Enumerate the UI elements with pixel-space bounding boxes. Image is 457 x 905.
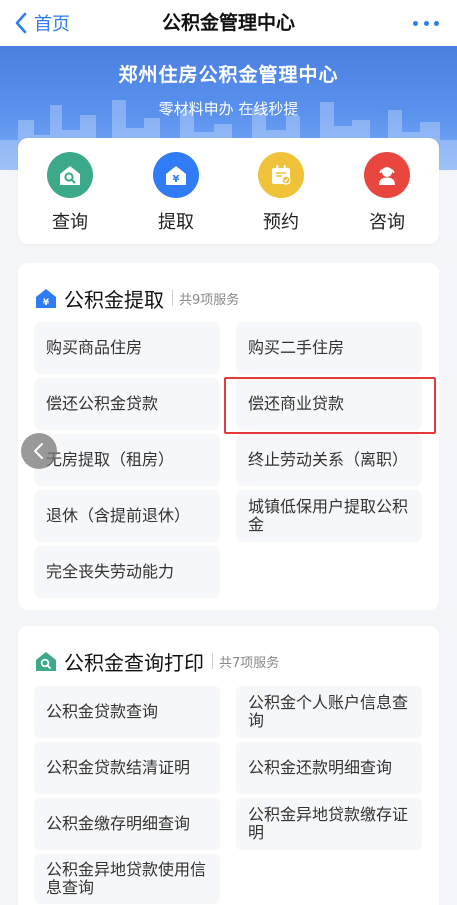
section-title: 公积金查询打印 <box>64 650 204 675</box>
service-item[interactable]: 公积金缴存明细查询 <box>34 798 220 850</box>
service-item[interactable]: 购买商品住房 <box>34 322 220 374</box>
quick-actions-panel: 查询 ¥ 提取 预约 咨询 <box>18 138 439 244</box>
section-header: ¥ 公积金提取 共9项服务 <box>34 285 240 312</box>
service-item[interactable]: 公积金异地贷款缴存证明 <box>236 798 422 850</box>
service-item[interactable]: 无房提取（租房） <box>34 434 220 486</box>
service-item[interactable]: 终止劳动关系（离职） <box>236 434 422 486</box>
service-item[interactable]: 公积金异地贷款使用信息查询 <box>34 854 220 904</box>
home-yen-icon: ¥ <box>36 289 56 308</box>
service-item[interactable]: 偿还公积金贷款 <box>34 378 220 430</box>
section-title: 公积金提取 <box>64 287 164 312</box>
calendar-check-icon <box>258 152 304 198</box>
service-item[interactable]: 公积金贷款查询 <box>34 686 220 738</box>
quick-action-label: 提取 <box>158 212 194 233</box>
more-dot-icon <box>434 20 439 26</box>
quick-action-label: 预约 <box>263 212 299 233</box>
floating-back-button[interactable] <box>21 433 57 469</box>
more-dot-icon <box>423 20 429 26</box>
quick-action-query[interactable]: 查询 <box>35 152 105 234</box>
service-item[interactable]: 退休（含提前退休） <box>34 490 220 542</box>
home-search-icon <box>47 152 93 198</box>
divider <box>212 653 213 669</box>
more-dot-icon <box>413 20 418 26</box>
back-label: 首页 <box>34 14 70 35</box>
home-yen-icon: ¥ <box>153 152 199 198</box>
chevron-left-icon <box>34 443 43 459</box>
quick-action-label: 咨询 <box>369 212 405 233</box>
home-search-icon <box>36 652 56 671</box>
banner-subtitle: 零材料申办 在线秒提 <box>158 100 299 118</box>
quick-action-consult[interactable]: 咨询 <box>352 152 422 234</box>
service-item[interactable]: 公积金个人账户信息查询 <box>236 686 422 738</box>
service-item[interactable]: 完全丧失劳动能力 <box>34 546 220 598</box>
back-button[interactable]: 首页 <box>14 8 70 38</box>
service-item[interactable]: 偿还商业贷款 <box>236 378 422 430</box>
quick-action-withdraw[interactable]: ¥ 提取 <box>141 152 211 234</box>
headset-agent-icon <box>364 152 410 198</box>
service-item[interactable]: 城镇低保用户提取公积金 <box>236 490 422 542</box>
section-header: 公积金查询打印 共7项服务 <box>34 648 280 675</box>
service-count: 共9项服务 <box>179 292 240 308</box>
banner-title: 郑州住房公积金管理中心 <box>118 64 339 86</box>
quick-action-appointment[interactable]: 预约 <box>246 152 316 234</box>
divider <box>172 290 173 306</box>
service-item[interactable]: 公积金贷款结清证明 <box>34 742 220 794</box>
chevron-left-icon <box>15 12 27 34</box>
service-item[interactable]: 公积金还款明细查询 <box>236 742 422 794</box>
svg-text:¥: ¥ <box>173 174 180 185</box>
service-count: 共7项服务 <box>219 655 280 671</box>
service-item[interactable]: 购买二手住房 <box>236 322 422 374</box>
more-menu-button[interactable] <box>413 12 439 34</box>
quick-action-label: 查询 <box>52 212 88 233</box>
svg-text:¥: ¥ <box>43 298 50 308</box>
nav-bar: 首页 公积金管理中心 <box>0 0 457 46</box>
